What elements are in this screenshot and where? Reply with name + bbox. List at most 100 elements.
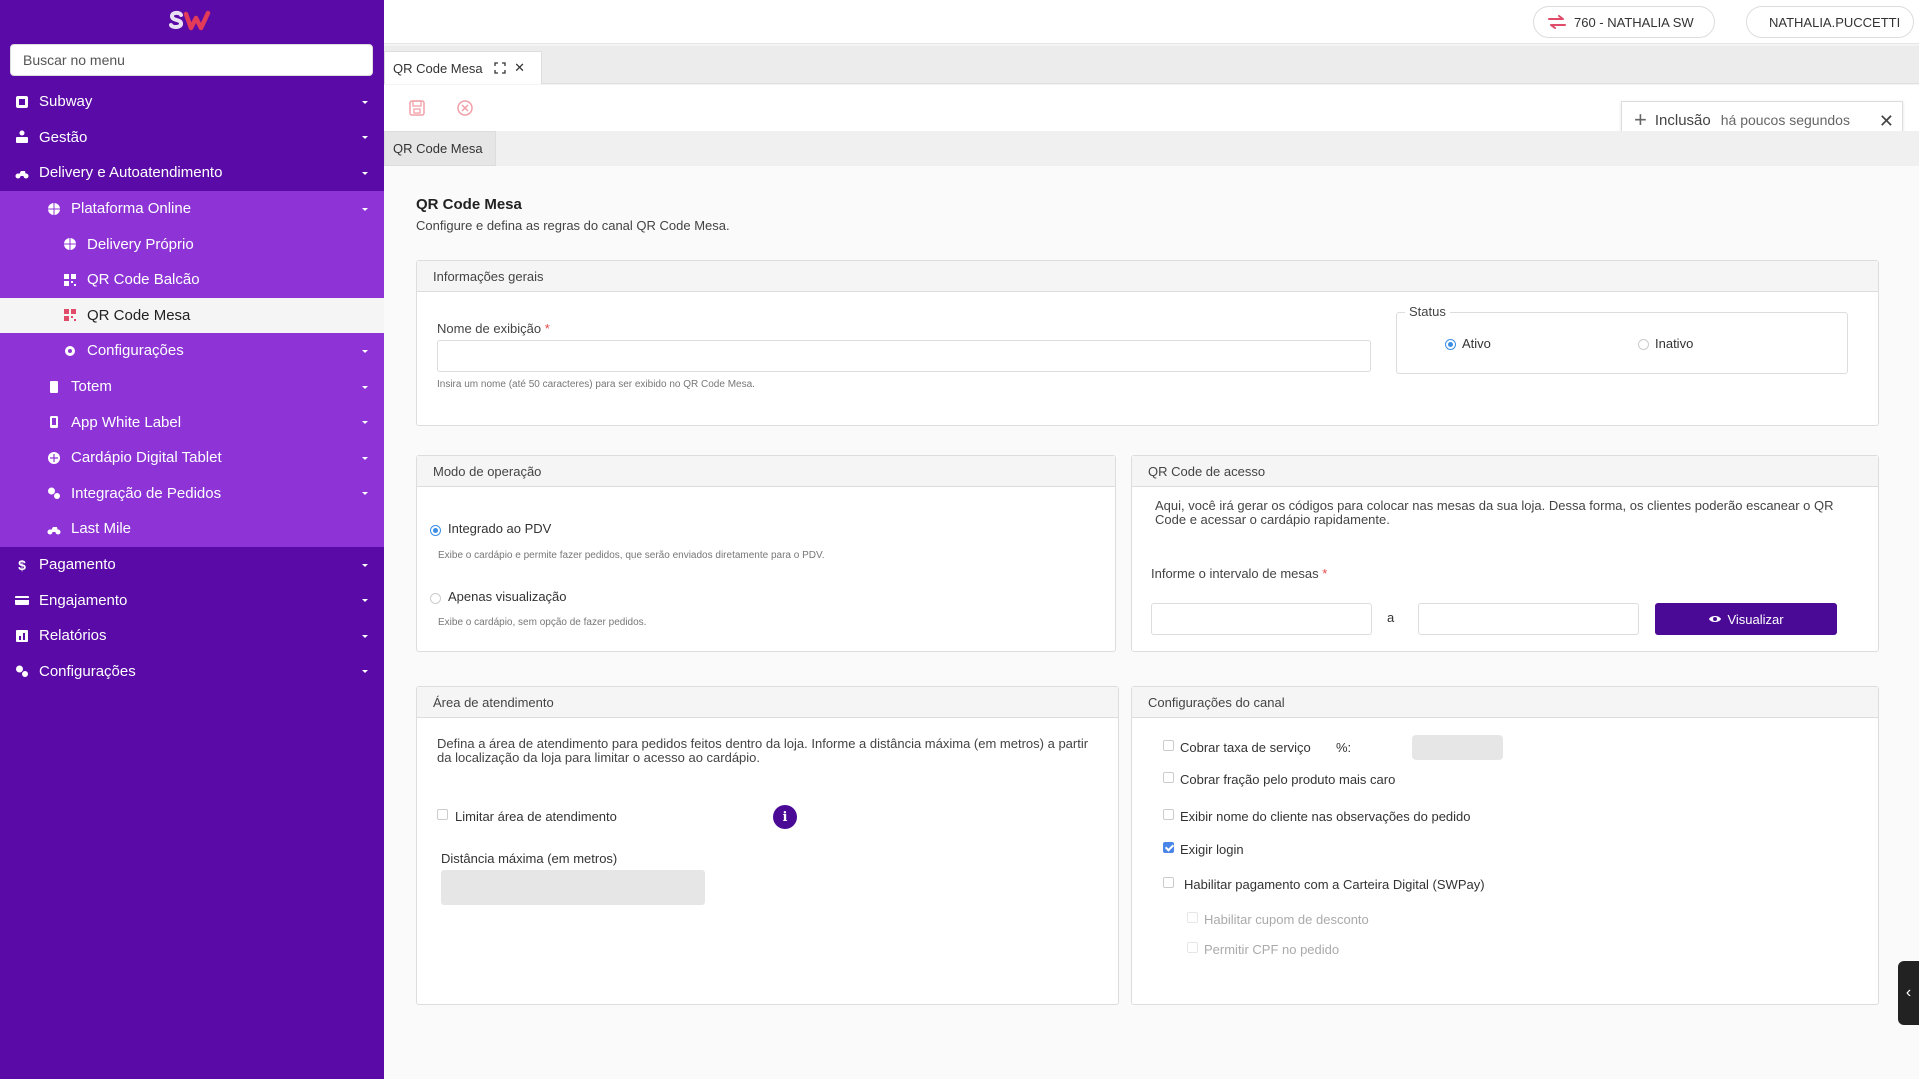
display-name-label: Nome de exibição * <box>437 321 550 336</box>
sidebar-item-totem[interactable]: Totem <box>0 368 384 405</box>
table-range-end-input[interactable] <box>1418 603 1639 635</box>
integrated-pdv-radio[interactable] <box>430 525 441 536</box>
max-distance-label: Distância máxima (em metros) <box>441 851 618 866</box>
label-text: Informe o intervalo de mesas <box>1151 566 1319 581</box>
limit-area-label: Limitar área de atendimento <box>455 809 617 824</box>
view-only-radio[interactable] <box>430 593 441 604</box>
fraction-label: Cobrar fração pelo produto mais caro <box>1180 772 1396 787</box>
sidebar-item-integracao-pedidos[interactable]: Integração de Pedidos <box>0 475 384 512</box>
sidebar-item-pagamento[interactable]: $ Pagamento <box>0 547 384 583</box>
require-login-checkbox[interactable] <box>1163 842 1174 853</box>
user-menu[interactable]: NATHALIA.PUCCETTI <box>1746 6 1914 38</box>
sidebar-item-label: Pagamento <box>39 556 116 574</box>
sidebar-item-label: Relatórios <box>39 627 107 645</box>
view-only-desc: Exibe o cardápio, sem opção de fazer ped… <box>438 617 647 628</box>
side-panel-toggle[interactable]: ‹ <box>1898 961 1919 1025</box>
qr-access-desc: Aqui, você irá gerar os códigos para col… <box>1155 498 1834 527</box>
service-fee-input[interactable] <box>1412 735 1503 760</box>
menu-search-input[interactable]: Buscar no menu <box>10 44 373 76</box>
visualize-button[interactable]: Visualizar <box>1655 603 1837 635</box>
sidebar-item-plataforma-online[interactable]: Plataforma Online <box>0 190 384 227</box>
user-name: NATHALIA.PUCCETTI <box>1769 14 1901 30</box>
totem-icon <box>46 379 62 395</box>
info-icon[interactable]: i <box>773 805 797 829</box>
page-title: QR Code Mesa <box>416 196 522 213</box>
store-selector[interactable]: 760 - NATHALIA SW <box>1533 6 1715 38</box>
status-active-label: Ativo <box>1462 336 1491 351</box>
view-only-label: Apenas visualização <box>448 589 567 604</box>
sidebar-item-subway[interactable]: Subway <box>0 84 384 120</box>
chevron-down-icon <box>362 492 368 496</box>
fraction-checkbox[interactable] <box>1163 772 1174 783</box>
management-icon <box>14 129 30 145</box>
swpay-checkbox[interactable] <box>1163 877 1174 888</box>
chevron-down-icon <box>362 207 368 211</box>
sidebar-item-delivery-proprio[interactable]: Delivery Próprio <box>0 226 384 262</box>
close-icon[interactable]: ✕ <box>1879 112 1894 130</box>
cancel-icon[interactable] <box>454 97 476 119</box>
tab-bar: QR Code Mesa ✕ <box>384 46 1919 84</box>
table-range-start-input[interactable] <box>1151 603 1372 635</box>
sidebar-item-label: Engajamento <box>39 591 128 609</box>
sidebar-item-label: QR Code Mesa <box>87 306 191 324</box>
sidebar-item-label: Configurações <box>39 662 136 680</box>
coupon-checkbox[interactable] <box>1187 912 1198 923</box>
sidebar-item-relatorios[interactable]: Relatórios <box>0 618 384 654</box>
sidebar-item-qr-code-balcao[interactable]: QR Code Balcão <box>0 261 384 298</box>
chevron-down-icon <box>362 456 368 460</box>
range-separator: a <box>1387 610 1395 625</box>
tab-qr-code-mesa[interactable]: QR Code Mesa ✕ <box>384 51 542 84</box>
tab-label: QR Code Mesa <box>393 60 483 76</box>
integrated-pdv-desc: Exibe o cardápio e permite fazer pedidos… <box>438 550 825 561</box>
sidebar-item-label: Last Mile <box>71 520 132 538</box>
sidebar-item-app-white-label[interactable]: App White Label <box>0 404 384 440</box>
chevron-left-icon: ‹ <box>1905 984 1912 1001</box>
sidebar-item-configuracoes-online[interactable]: Configurações <box>0 333 384 369</box>
display-name-input[interactable] <box>437 340 1371 372</box>
chevron-down-icon <box>362 136 368 140</box>
chevron-down-icon <box>362 385 368 389</box>
button-label: Visualizar <box>1727 611 1784 627</box>
save-icon[interactable] <box>406 97 428 119</box>
service-area-card: Área de atendimento <box>416 686 1119 1005</box>
sidebar-item-qr-code-mesa[interactable]: QR Code Mesa <box>0 297 384 334</box>
limit-area-checkbox[interactable] <box>437 809 448 820</box>
card-icon <box>14 592 30 608</box>
status-legend: Status <box>1405 304 1450 319</box>
max-distance-input[interactable] <box>441 870 705 905</box>
show-customer-name-label: Exibir nome do cliente nas observações d… <box>1180 809 1471 824</box>
sidebar-item-cardapio-digital-tablet[interactable]: Cardápio Digital Tablet <box>0 439 384 476</box>
subtab-qr-code-mesa[interactable]: QR Code Mesa <box>384 131 496 166</box>
top-bar: 760 - NATHALIA SW NATHALIA.PUCCETTI <box>384 0 1919 44</box>
service-fee-percent-label: %: <box>1336 740 1352 755</box>
gears-icon <box>14 663 30 679</box>
mobile-icon <box>46 414 62 430</box>
eye-icon <box>1709 616 1722 622</box>
sidebar-item-label: Totem <box>71 378 112 396</box>
service-area-desc: Defina a área de atendimento para pedido… <box>437 736 1089 765</box>
chevron-down-icon <box>362 421 368 425</box>
sidebar-item-delivery[interactable]: Delivery e Autoatendimento <box>0 155 384 191</box>
status-inactive-radio[interactable] <box>1638 339 1649 350</box>
required-mark: * <box>544 321 550 336</box>
sidebar-item-label: Cardápio Digital Tablet <box>71 449 222 467</box>
chevron-down-icon <box>362 171 368 175</box>
display-name-hint: Insira um nome (até 50 caracteres) para … <box>437 379 755 390</box>
card-header: Modo de operação <box>417 456 1115 487</box>
dollar-icon: $ <box>18 556 26 573</box>
cpf-checkbox[interactable] <box>1187 942 1198 953</box>
motorcycle-icon <box>46 521 62 537</box>
status-active-radio[interactable] <box>1445 339 1456 350</box>
sidebar-item-last-mile[interactable]: Last Mile <box>0 511 384 547</box>
close-tab-icon[interactable]: ✕ <box>511 59 529 77</box>
show-customer-name-checkbox[interactable] <box>1163 809 1174 820</box>
store-icon <box>14 94 30 110</box>
sw-logo-icon <box>169 10 211 31</box>
sidebar-item-configuracoes[interactable]: Configurações <box>0 654 384 690</box>
label-text: Nome de exibição <box>437 321 542 336</box>
maximize-icon[interactable] <box>491 59 509 77</box>
service-fee-checkbox[interactable] <box>1163 740 1174 751</box>
sidebar-item-engajamento[interactable]: Engajamento <box>0 582 384 618</box>
sidebar-item-label: Configurações <box>87 342 184 360</box>
sidebar-item-gestao[interactable]: Gestão <box>0 120 384 156</box>
